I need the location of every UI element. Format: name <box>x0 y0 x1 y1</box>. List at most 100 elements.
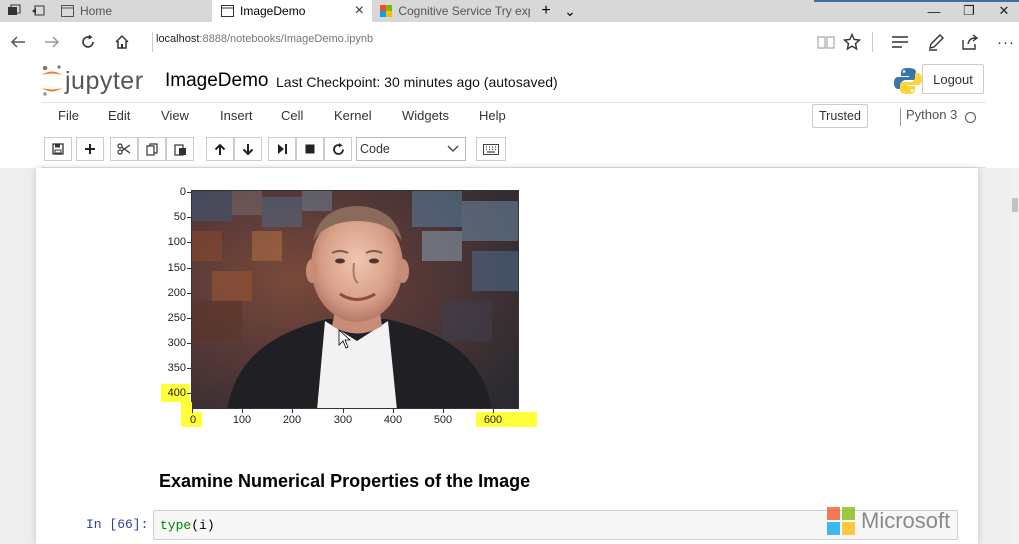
arrow-down-icon <box>242 143 254 155</box>
floppy-disk-icon <box>52 143 64 155</box>
cut-button[interactable] <box>110 137 138 161</box>
share-icon[interactable] <box>958 30 982 54</box>
maximize-button[interactable]: ❐ <box>951 0 987 22</box>
address-bar: localhost:8888/notebooks/ImageDemo.ipynb… <box>0 22 1019 62</box>
x-tick-label: 0 <box>189 414 197 426</box>
copy-button[interactable] <box>138 137 166 161</box>
code-args: (i) <box>191 518 215 533</box>
y-tick-mark <box>187 217 191 218</box>
new-tab-button[interactable]: + <box>538 2 554 19</box>
tab-cognitive-service[interactable]: Cognitive Service Try experi <box>372 0 530 22</box>
refresh-icon[interactable] <box>76 30 100 54</box>
page-icon <box>60 4 74 18</box>
jupyter-logo-icon <box>42 65 62 96</box>
notebook-title[interactable]: ImageDemo <box>165 70 269 92</box>
url-host: localhost <box>156 33 200 45</box>
menu-edit[interactable]: Edit <box>108 108 130 123</box>
insert-cell-button[interactable] <box>76 137 104 161</box>
y-tick-mark <box>187 343 191 344</box>
code-line[interactable]: type(i) <box>160 518 215 533</box>
interrupt-kernel-button[interactable] <box>296 137 324 161</box>
y-tick-label: 150 <box>167 262 186 274</box>
y-tick-label: 400 <box>167 387 186 399</box>
menu-view[interactable]: View <box>161 108 189 123</box>
move-down-button[interactable] <box>234 137 262 161</box>
y-tick-label: 250 <box>167 312 186 324</box>
page-icon <box>220 4 234 18</box>
y-tick-mark <box>187 242 191 243</box>
home-icon[interactable] <box>110 30 134 54</box>
jupyter-header: jupyter ImageDemo Last Checkpoint: 30 mi… <box>0 62 1019 102</box>
restart-kernel-button[interactable] <box>324 137 352 161</box>
microsoft-watermark: Microsoft <box>827 507 950 535</box>
y-tick-label: 350 <box>167 362 186 374</box>
tab-actions-icon[interactable] <box>6 3 22 19</box>
cell-type-select[interactable]: Code <box>356 137 466 161</box>
menu-help[interactable]: Help <box>479 108 506 123</box>
close-window-button[interactable]: ✕ <box>986 0 1019 22</box>
x-tick-mark <box>493 409 494 413</box>
menu-insert[interactable]: Insert <box>220 108 253 123</box>
scrollbar-thumb[interactable] <box>1012 198 1018 212</box>
y-tick-label: 0 <box>179 186 186 198</box>
jupyter-logo[interactable]: jupyter <box>40 64 144 98</box>
more-actions-icon[interactable]: ··· <box>994 30 1018 54</box>
x-tick-mark <box>343 409 344 413</box>
url-separator <box>152 32 153 52</box>
url-field[interactable]: localhost:8888/notebooks/ImageDemo.ipynb <box>156 33 373 45</box>
trusted-indicator[interactable]: Trusted <box>812 104 868 128</box>
arrow-up-icon <box>214 143 226 155</box>
tab-list-chevron-icon[interactable]: ⌄ <box>562 3 578 19</box>
command-palette-button[interactable] <box>476 137 506 161</box>
hub-icon[interactable] <box>888 30 912 54</box>
y-tick-mark <box>187 293 191 294</box>
tab-home[interactable]: Home <box>52 0 212 22</box>
save-button[interactable] <box>44 137 72 161</box>
move-up-button[interactable] <box>206 137 234 161</box>
y-tick-mark <box>187 368 191 369</box>
web-note-pen-icon[interactable] <box>924 30 948 54</box>
favorite-star-icon[interactable] <box>840 30 864 54</box>
y-tick-mark <box>187 393 191 394</box>
logout-button[interactable]: Logout <box>922 64 984 94</box>
watermark-text: Microsoft <box>861 508 951 533</box>
page-scrollbar[interactable] <box>1011 168 1019 544</box>
reading-view-icon[interactable] <box>814 30 838 54</box>
x-tick-label: 300 <box>333 414 353 426</box>
forward-arrow-icon[interactable] <box>40 30 64 54</box>
toolbar-separator <box>872 32 873 52</box>
paste-button[interactable] <box>166 137 194 161</box>
section-heading: Examine Numerical Properties of the Imag… <box>159 471 531 491</box>
menu-kernel[interactable]: Kernel <box>334 108 372 123</box>
back-arrow-icon[interactable] <box>6 30 30 54</box>
x-tick-label: 600 <box>483 414 503 426</box>
menu-cell[interactable]: Cell <box>281 108 303 123</box>
url-path: :8888/notebooks/ImageDemo.ipynb <box>199 33 374 45</box>
microsoft-logo-icon <box>380 4 393 18</box>
set-tabs-aside-icon[interactable] <box>30 3 46 19</box>
tab-label: Home <box>80 4 113 18</box>
stop-icon <box>305 144 315 154</box>
menu-file[interactable]: File <box>58 108 79 123</box>
close-tab-icon[interactable]: × <box>355 2 364 20</box>
y-tick-mark <box>187 268 191 269</box>
jupyter-wordmark: jupyter <box>65 66 144 95</box>
menu-widgets[interactable]: Widgets <box>402 108 449 123</box>
x-tick-label: 400 <box>383 414 403 426</box>
browser-tab-bar: Home ImageDemo × Cognitive Service Try e… <box>0 0 1019 22</box>
notebook-menubar: File Edit View Insert Cell Kernel Widget… <box>42 102 986 128</box>
minimize-button[interactable]: — <box>916 0 952 22</box>
y-tick-label: 50 <box>173 211 186 223</box>
x-tick-mark <box>292 409 293 413</box>
y-tick-label: 300 <box>167 337 186 349</box>
restart-icon <box>332 142 344 155</box>
run-cell-button[interactable] <box>268 137 296 161</box>
tab-label: ImageDemo <box>240 4 306 18</box>
x-tick-mark <box>242 409 243 413</box>
copy-icon <box>145 142 158 156</box>
cell-input-prompt: In [66]: <box>86 517 149 532</box>
portrait-image <box>191 190 519 409</box>
x-tick-mark <box>393 409 394 413</box>
y-tick-label: 200 <box>167 287 186 299</box>
tab-imagedemo[interactable]: ImageDemo × <box>212 0 372 22</box>
